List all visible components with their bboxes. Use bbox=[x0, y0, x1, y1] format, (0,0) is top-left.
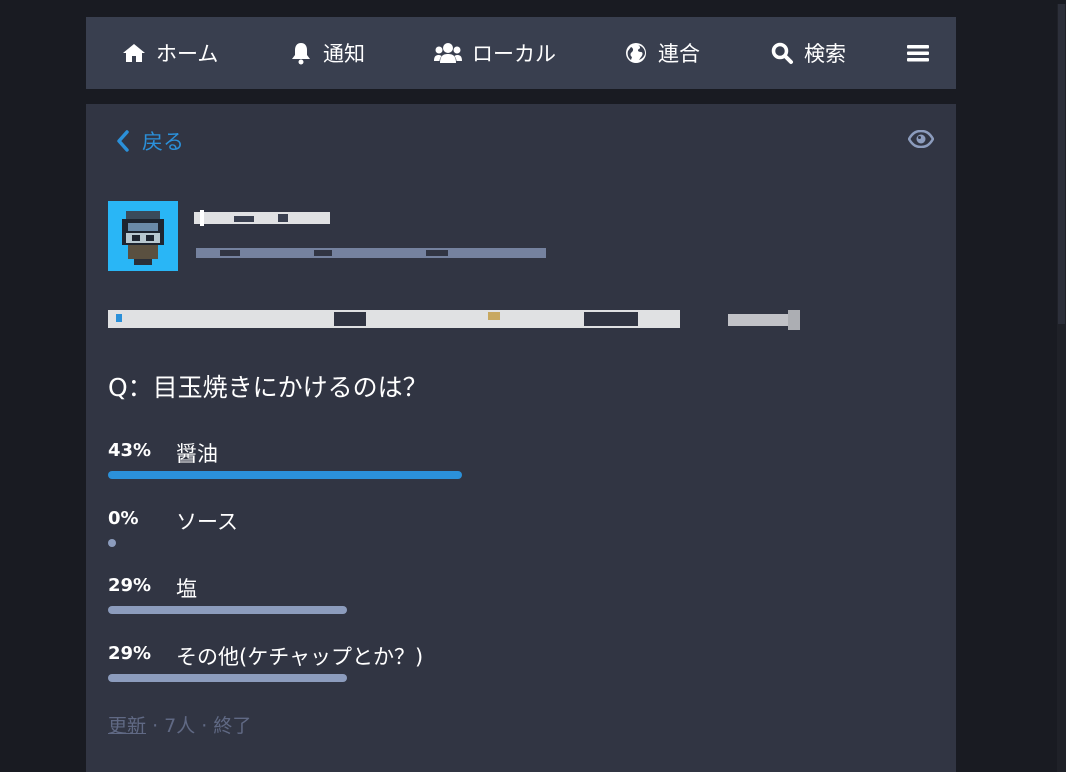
nav-local[interactable]: ローカル bbox=[434, 17, 556, 89]
poll-option-bar bbox=[108, 471, 462, 479]
poll-option-percent: 43% bbox=[108, 440, 152, 461]
visibility-toggle[interactable] bbox=[907, 129, 935, 152]
nav-federated-label: 連合 bbox=[658, 42, 700, 66]
poll-option-bar bbox=[108, 606, 347, 614]
poll-option-percent: 29% bbox=[108, 643, 152, 664]
menu-button[interactable] bbox=[906, 17, 930, 89]
poll-option-label: 醤油 bbox=[176, 442, 218, 466]
users-icon bbox=[434, 43, 462, 63]
top-navigation: ホーム 通知 ローカル 連合 検索 bbox=[86, 17, 956, 89]
nav-search[interactable]: 検索 bbox=[770, 17, 846, 89]
eye-icon bbox=[907, 129, 935, 149]
separator: · bbox=[201, 715, 208, 737]
separator: · bbox=[152, 715, 159, 737]
nav-search-label: 検索 bbox=[804, 42, 846, 66]
scrollbar-thumb[interactable] bbox=[1058, 4, 1065, 324]
poll-option-bar bbox=[108, 539, 116, 547]
poll-option-percent: 0% bbox=[108, 508, 139, 529]
avatar[interactable] bbox=[108, 201, 178, 271]
back-label: 戻る bbox=[142, 130, 184, 154]
nav-home-label: ホーム bbox=[156, 42, 219, 66]
home-icon bbox=[123, 44, 145, 62]
chevron-left-icon bbox=[117, 130, 129, 152]
poll-voters: 7人 bbox=[164, 715, 196, 737]
poll-footer: 更新 · 7人 · 終了 bbox=[108, 711, 251, 738]
poll-option-bar bbox=[108, 674, 347, 682]
search-icon bbox=[771, 42, 793, 64]
refresh-link[interactable]: 更新 bbox=[108, 715, 146, 737]
status-panel: 戻る Q：目玉焼きにかけるのは？ 43% 醤油 0% ソース 29% 塩 29%… bbox=[86, 104, 956, 772]
nav-home[interactable]: ホーム bbox=[122, 17, 218, 89]
poll-option-label: 塩 bbox=[176, 577, 197, 601]
poll-question: Q：目玉焼きにかけるのは？ bbox=[108, 373, 428, 402]
poll-option-percent: 29% bbox=[108, 575, 152, 596]
nav-notifications-label: 通知 bbox=[323, 42, 365, 66]
bell-icon bbox=[292, 43, 310, 65]
poll-option-label: ソース bbox=[176, 510, 238, 534]
nav-federated[interactable]: 連合 bbox=[624, 17, 700, 89]
poll-option-label: その他(ケチャップとか？) bbox=[176, 645, 424, 669]
nav-local-label: ローカル bbox=[472, 42, 556, 66]
nav-notifications[interactable]: 通知 bbox=[289, 17, 365, 89]
back-button[interactable]: 戻る bbox=[116, 126, 184, 156]
hamburger-menu-icon bbox=[907, 45, 929, 62]
globe-icon bbox=[626, 43, 646, 63]
poll-state: 終了 bbox=[213, 715, 252, 737]
